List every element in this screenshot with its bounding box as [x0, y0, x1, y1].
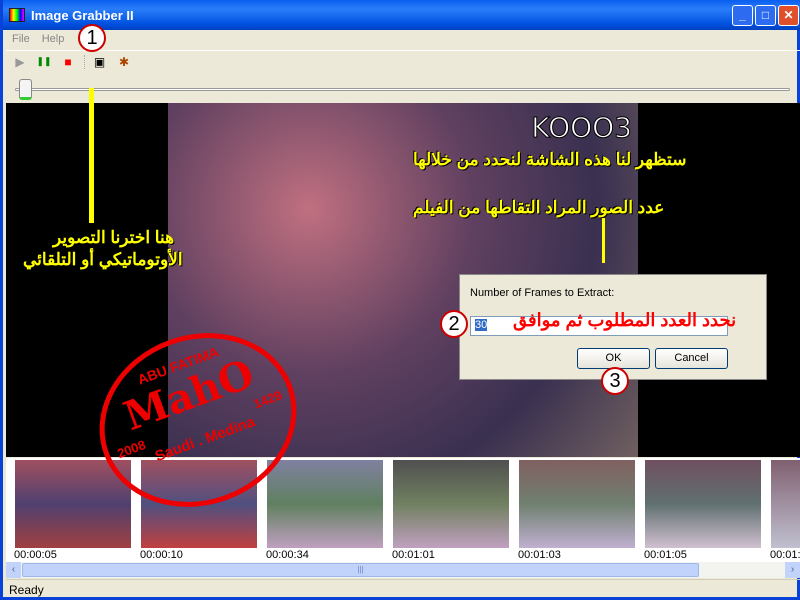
step-3-marker: 3 [601, 367, 629, 395]
close-button[interactable]: ✕ [778, 5, 799, 26]
app-icon [9, 8, 25, 22]
status-text: Ready [9, 583, 44, 597]
frames-label: Number of Frames to Extract: [470, 287, 615, 299]
step-1-marker: 1 [78, 24, 106, 52]
annotation-left-1: هنا اخترنا التصوير [53, 228, 175, 247]
toolbar: ▶ ❚❚ ■ ▣ ✱ [6, 50, 800, 72]
scroll-left-button[interactable]: ‹ [6, 562, 21, 578]
seek-slider-track[interactable] [15, 88, 790, 91]
menu-file[interactable]: File [12, 33, 30, 45]
annotation-top-1: ستظهر لنا هذه الشاشة لنحدد من خلالها [413, 150, 687, 169]
scroll-right-button[interactable]: › [785, 562, 800, 578]
play-icon[interactable]: ▶ [12, 55, 28, 69]
window-title: Image Grabber II [31, 7, 134, 23]
maximize-button[interactable]: □ [755, 5, 776, 26]
title-bar: Image Grabber II _ □ ✕ [3, 0, 800, 30]
arrow-down-annotation [602, 218, 605, 263]
screen-capture-icon[interactable]: ▣ [84, 54, 108, 69]
step-2-marker: 2 [440, 310, 468, 338]
menu-help[interactable]: Help [42, 33, 65, 45]
app-window: Image Grabber II _ □ ✕ File Help ▶ ❚❚ ■ … [0, 0, 800, 600]
arrow-up-annotation [89, 88, 94, 223]
status-bar: Ready [6, 579, 800, 597]
horizontal-scrollbar[interactable]: ‹ ||| › [6, 562, 800, 578]
video-logo: KOOO3 [531, 111, 633, 145]
menu-bar: File Help [6, 30, 800, 48]
cancel-button[interactable]: Cancel [655, 348, 728, 369]
annotation-top-2: عدد الصور المراد التقاطها من الفيلم [413, 198, 665, 217]
scrollbar-thumb[interactable]: ||| [22, 563, 699, 577]
ok-button[interactable]: OK [577, 348, 650, 369]
minimize-button[interactable]: _ [732, 5, 753, 26]
annotation-red: نحدد العدد المطلوب ثم موافق [513, 310, 737, 330]
annotation-left-2: الأوتوماتيكي أو التلقائي [23, 250, 183, 269]
stop-icon[interactable]: ■ [60, 55, 76, 69]
seek-slider-thumb[interactable] [19, 79, 32, 100]
pause-icon[interactable]: ❚❚ [36, 56, 52, 67]
auto-capture-icon[interactable]: ✱ [116, 55, 132, 69]
